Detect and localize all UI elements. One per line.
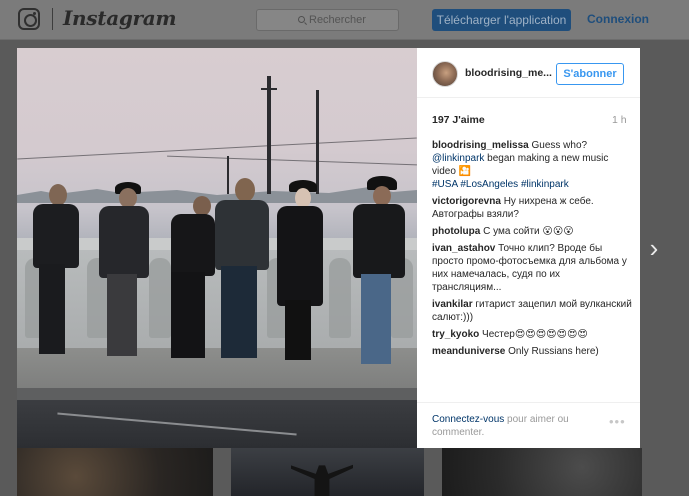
- caption-username[interactable]: bloodrising_melissa: [432, 140, 529, 151]
- person-silhouette: [29, 178, 79, 358]
- logo-divider: [52, 8, 53, 30]
- post-header: bloodrising_me... S'abonner: [417, 48, 640, 98]
- person-silhouette: [165, 190, 219, 360]
- power-line: [17, 137, 417, 160]
- avatar[interactable]: [432, 61, 458, 87]
- comment-text: Честер😍😍😍😍😍😍😍: [479, 329, 588, 340]
- grid-photo-tile[interactable]: [231, 448, 424, 496]
- comment-item: meanduniverse Only Russians here): [432, 345, 632, 358]
- like-count[interactable]: 197 J'aime: [432, 114, 485, 126]
- grid-photo-tile[interactable]: [17, 448, 213, 496]
- comment-username[interactable]: victorigorevna: [432, 196, 501, 207]
- caption: bloodrising_melissa Guess who? @linkinpa…: [432, 139, 632, 191]
- search-input[interactable]: Rechercher: [256, 9, 399, 31]
- more-options-icon[interactable]: •••: [609, 415, 627, 428]
- person-silhouette: [275, 180, 325, 362]
- comment-list: bloodrising_melissa Guess who? @linkinpa…: [432, 139, 632, 362]
- login-link[interactable]: Connexion: [587, 12, 649, 26]
- search-placeholder: Rechercher: [309, 14, 366, 26]
- comment-username[interactable]: meanduniverse: [432, 346, 505, 357]
- person-silhouette: [349, 176, 407, 368]
- comment-item: photolupa С ума сойти 😮😮😮: [432, 225, 632, 238]
- comment-text: С ума сойти 😮😮😮: [480, 226, 574, 237]
- post-side-panel: bloodrising_me... S'abonner 197 J'aime 1…: [417, 48, 640, 448]
- mention-link[interactable]: @linkinpark: [432, 153, 484, 164]
- next-post-arrow-icon[interactable]: ›: [644, 235, 664, 261]
- login-prompt-link[interactable]: Connectez-vous: [432, 414, 504, 425]
- instagram-wordmark[interactable]: Instagram: [63, 6, 177, 30]
- comment-item: ivan_astahov Точно клип? Вроде бы просто…: [432, 242, 632, 294]
- post-photo[interactable]: [17, 48, 417, 448]
- utility-pole: [316, 90, 319, 194]
- comment-username[interactable]: ivan_astahov: [432, 243, 495, 254]
- road: [17, 400, 417, 448]
- instagram-camera-icon[interactable]: [18, 8, 40, 30]
- comment-item: ivankilar гитарист зацепил мой вулкански…: [432, 298, 632, 324]
- post-timestamp[interactable]: 1 h: [612, 114, 627, 126]
- download-app-button[interactable]: Télécharger l'application: [432, 9, 571, 31]
- person-silhouette: [99, 180, 149, 358]
- caption-text: Guess who?: [528, 140, 588, 151]
- follow-button[interactable]: S'abonner: [556, 63, 624, 85]
- post-author-username[interactable]: bloodrising_me...: [465, 67, 555, 79]
- login-prompt: Connectez-vous pour aimer ou commenter.: [432, 413, 592, 439]
- bridge-baluster: [329, 258, 351, 338]
- hashtag-links[interactable]: #USA #LosAngeles #linkinpark: [432, 179, 569, 190]
- search-icon: [298, 16, 305, 23]
- comment-username[interactable]: ivankilar: [432, 299, 473, 310]
- power-line: [167, 155, 417, 166]
- comment-username[interactable]: try_kyoko: [432, 329, 479, 340]
- comment-item: try_kyoko Честер😍😍😍😍😍😍😍: [432, 328, 632, 341]
- curb: [17, 388, 417, 400]
- silhouette-figure: [291, 464, 353, 496]
- post-footer: Connectez-vous pour aimer ou commenter. …: [417, 402, 640, 448]
- comment-text: Only Russians here): [505, 346, 599, 357]
- top-navigation-bar: Instagram Rechercher Télécharger l'appli…: [0, 0, 689, 40]
- grid-photo-tile[interactable]: [442, 448, 642, 496]
- comment-username[interactable]: photolupa: [432, 226, 480, 237]
- person-silhouette: [215, 176, 271, 360]
- post-modal: bloodrising_me... S'abonner 197 J'aime 1…: [17, 48, 640, 448]
- comment-item: victorigorevna Ну нихрена ж себе. Автогр…: [432, 195, 632, 221]
